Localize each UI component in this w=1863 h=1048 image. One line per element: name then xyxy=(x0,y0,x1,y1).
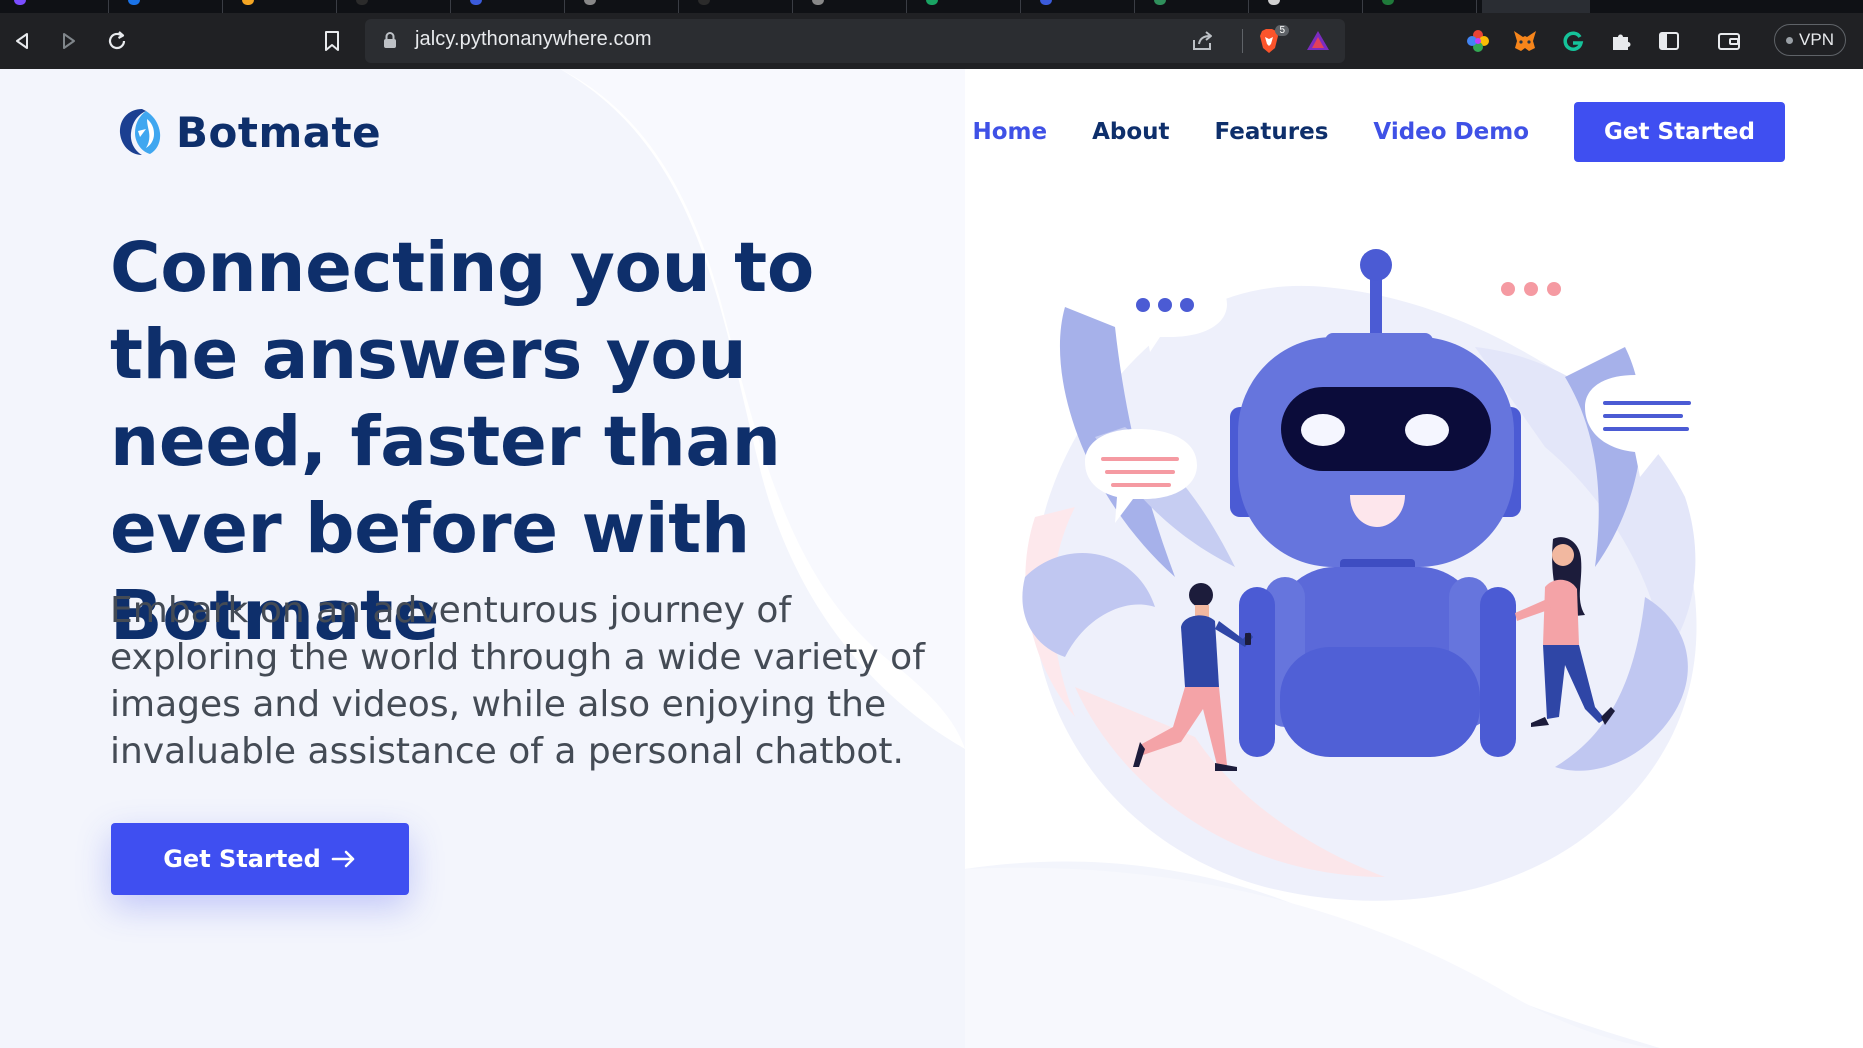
webpage: Botmate Home About Features Video Demo G… xyxy=(0,69,1863,1048)
browser-tab[interactable] xyxy=(1140,0,1249,13)
brave-shields-icon[interactable]: 5 xyxy=(1257,25,1289,55)
grammarly-icon[interactable] xyxy=(1559,27,1587,55)
tab-favicon-icon xyxy=(242,0,254,5)
browser-tab[interactable] xyxy=(456,0,565,13)
vpn-label: VPN xyxy=(1799,30,1834,49)
sidebar-icon[interactable] xyxy=(1655,27,1683,55)
tab-favicon-icon xyxy=(356,0,368,5)
main-nav: Home About Features Video Demo Get Start… xyxy=(972,102,1785,162)
hero-subtitle: Embark on an adventurous journey of expl… xyxy=(110,590,925,772)
forward-icon[interactable] xyxy=(55,27,83,55)
divider xyxy=(1242,29,1243,53)
browser-tab[interactable] xyxy=(912,0,1021,13)
browser-tab-strip xyxy=(0,0,1863,13)
tab-favicon-icon xyxy=(812,0,824,5)
nav-about[interactable]: About xyxy=(1092,119,1169,145)
hero-get-started-button[interactable]: Get Started xyxy=(111,823,409,895)
browser-tab[interactable] xyxy=(342,0,451,13)
shields-count-badge: 5 xyxy=(1275,25,1289,36)
extensions-icon[interactable] xyxy=(1607,27,1635,55)
address-bar[interactable]: jalcy.pythonanywhere.com 5 xyxy=(365,19,1345,63)
browser-tab[interactable] xyxy=(1026,0,1135,13)
brave-rewards-icon[interactable] xyxy=(1305,28,1331,58)
back-icon[interactable] xyxy=(8,27,36,55)
color-extension-icon[interactable] xyxy=(1464,27,1492,55)
lock-icon xyxy=(383,31,397,53)
url-text: jalcy.pythonanywhere.com xyxy=(415,28,652,50)
bookmark-icon[interactable] xyxy=(318,27,346,55)
vpn-status-icon xyxy=(1786,36,1794,44)
reload-icon[interactable] xyxy=(103,27,131,55)
tab-favicon-icon xyxy=(1268,0,1280,5)
tab-favicon-icon xyxy=(470,0,482,5)
tab-favicon-icon xyxy=(584,0,596,5)
robot-illustration xyxy=(1022,249,1705,901)
tab-favicon-icon xyxy=(1154,0,1166,5)
tab-favicon-icon xyxy=(14,0,26,5)
vpn-button[interactable]: VPN xyxy=(1774,24,1846,56)
browser-tab-active[interactable] xyxy=(1482,0,1590,13)
nav-video-demo[interactable]: Video Demo xyxy=(1373,119,1529,145)
tab-favicon-icon xyxy=(698,0,710,5)
browser-toolbar: jalcy.pythonanywhere.com 5 VPN xyxy=(0,13,1863,69)
tab-favicon-icon xyxy=(1382,0,1394,5)
browser-tab[interactable] xyxy=(684,0,793,13)
browser-tab[interactable] xyxy=(798,0,907,13)
share-icon[interactable] xyxy=(1191,30,1215,56)
metamask-icon[interactable] xyxy=(1511,27,1539,55)
nav-features[interactable]: Features xyxy=(1215,119,1329,145)
tab-favicon-icon xyxy=(1040,0,1052,5)
browser-tab[interactable] xyxy=(570,0,679,13)
nav-home[interactable]: Home xyxy=(972,119,1047,145)
tab-favicon-icon xyxy=(128,0,140,5)
botmate-logo-icon xyxy=(119,109,161,155)
chat-bubble-top-right-icon xyxy=(1482,249,1590,347)
nav-get-started-button[interactable]: Get Started xyxy=(1574,102,1785,162)
browser-tab[interactable] xyxy=(228,0,337,13)
brand-name: Botmate xyxy=(176,107,382,157)
browser-tab[interactable] xyxy=(1368,0,1477,13)
tab-favicon-icon xyxy=(926,0,938,5)
browser-tab[interactable] xyxy=(114,0,223,13)
browser-tab[interactable] xyxy=(0,0,109,13)
browser-tab[interactable] xyxy=(1254,0,1363,13)
wallet-icon[interactable] xyxy=(1715,27,1743,55)
hero-button-label: Get Started xyxy=(163,845,321,873)
arrow-right-icon xyxy=(331,850,355,868)
brand-logo[interactable]: Botmate xyxy=(116,105,381,159)
